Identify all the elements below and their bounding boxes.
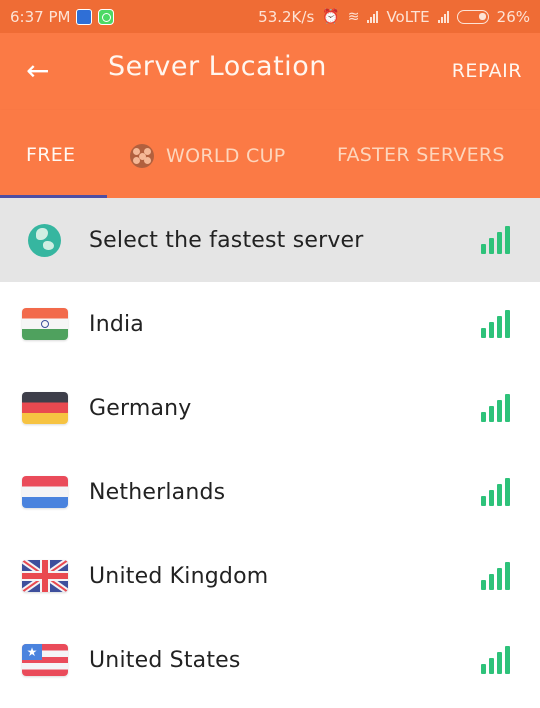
server-name: Select the fastest server bbox=[89, 227, 364, 253]
network-speed: 53.2K/s bbox=[258, 7, 315, 26]
signal-strength-icon bbox=[481, 310, 510, 338]
signal-icon bbox=[367, 10, 379, 23]
india-flag-icon bbox=[22, 308, 68, 340]
list-item-india[interactable]: India bbox=[0, 282, 540, 366]
signal-strength-icon bbox=[481, 478, 510, 506]
alarm-icon: ⏰ bbox=[322, 8, 340, 25]
list-item-united-kingdom[interactable]: United Kingdom bbox=[0, 534, 540, 618]
battery-level: 26% bbox=[496, 7, 530, 26]
list-item-germany[interactable]: Germany bbox=[0, 366, 540, 450]
server-list: Select the fastest server India Germany … bbox=[0, 198, 540, 702]
tab-free[interactable]: FREE bbox=[26, 144, 75, 166]
whatsapp-icon bbox=[98, 8, 115, 25]
server-name: United States bbox=[89, 647, 241, 673]
list-item-netherlands[interactable]: Netherlands bbox=[0, 450, 540, 534]
us-flag-icon: ★ bbox=[22, 644, 68, 676]
status-time: 6:37 PM bbox=[10, 7, 71, 26]
tab-world-cup-label: WORLD CUP bbox=[166, 145, 286, 167]
repair-button[interactable]: REPAIR bbox=[452, 60, 522, 82]
tab-faster-servers[interactable]: FASTER SERVERS bbox=[337, 144, 505, 166]
server-name: India bbox=[89, 311, 144, 337]
soccer-ball-icon bbox=[130, 144, 154, 168]
signal-strength-icon bbox=[481, 562, 510, 590]
list-item-united-states[interactable]: ★ United States bbox=[0, 618, 540, 702]
network-type: VoLTE bbox=[386, 7, 430, 26]
server-name: Germany bbox=[89, 395, 192, 421]
tab-world-cup[interactable]: WORLD CUP bbox=[130, 144, 286, 168]
netherlands-flag-icon bbox=[22, 476, 68, 508]
tab-bar: FREE WORLD CUP FASTER SERVERS bbox=[0, 110, 540, 198]
app-bar: ← Server Location REPAIR bbox=[0, 33, 540, 110]
signal-strength-icon bbox=[481, 646, 510, 674]
battery-icon bbox=[456, 9, 489, 24]
globe-icon bbox=[28, 223, 61, 257]
server-name: United Kingdom bbox=[89, 563, 269, 589]
germany-flag-icon bbox=[22, 392, 68, 424]
wifi-icon: ≋ bbox=[347, 8, 360, 25]
server-name: Netherlands bbox=[89, 479, 226, 505]
uk-flag-icon bbox=[22, 560, 68, 592]
status-bar: 6:37 PM 53.2K/s ⏰ ≋ VoLTE 26% bbox=[0, 0, 540, 33]
page-title: Server Location bbox=[108, 51, 327, 82]
back-arrow-icon[interactable]: ← bbox=[26, 55, 58, 87]
signal-strength-icon bbox=[481, 394, 510, 422]
photo-app-icon bbox=[76, 8, 93, 25]
signal-icon-2 bbox=[437, 10, 449, 23]
signal-strength-icon bbox=[481, 226, 510, 254]
list-item-fastest[interactable]: Select the fastest server bbox=[0, 198, 540, 282]
